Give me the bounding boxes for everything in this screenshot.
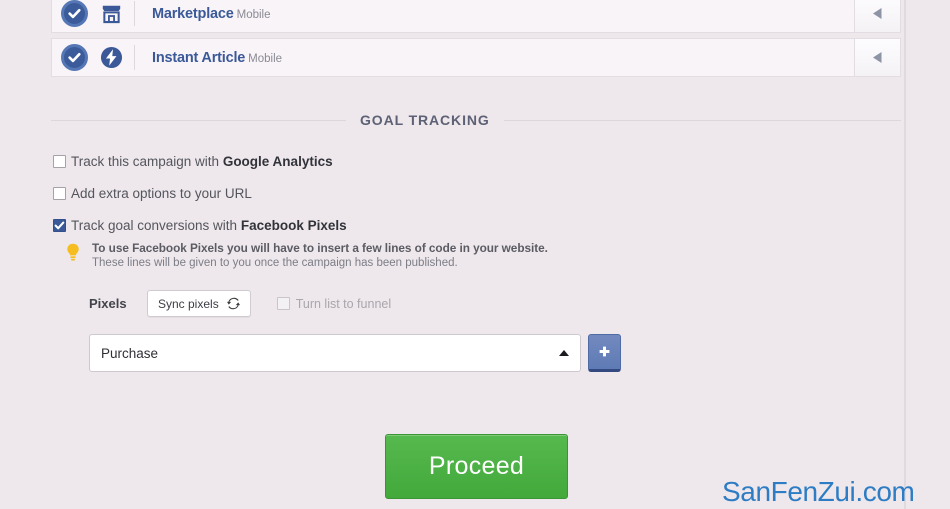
icon-divider <box>134 1 135 26</box>
pixel-event-selected-value: Purchase <box>101 345 159 361</box>
proceed-button-label: Proceed <box>428 452 525 480</box>
placement-label: Instant Article Mobile <box>152 50 282 66</box>
watermark: SanFenZui.com <box>722 476 915 507</box>
storefront-icon <box>94 3 128 25</box>
checkbox-turn-list-to-funnel[interactable] <box>276 297 290 310</box>
sync-pixels-label: Sync pixels <box>158 296 219 311</box>
header-rule-right <box>503 119 901 121</box>
lightning-bolt-icon <box>94 46 128 69</box>
check-circle-icon[interactable] <box>61 0 88 27</box>
plus-icon <box>599 346 610 356</box>
checkbox-google-analytics[interactable] <box>53 154 66 168</box>
add-pixel-button[interactable] <box>588 334 621 372</box>
option-label: Add extra options to your URL <box>71 186 252 201</box>
placement-platform: Mobile <box>248 52 283 65</box>
checkbox-facebook-pixels[interactable] <box>53 218 66 232</box>
option-row-facebook-pixels[interactable]: Track goal conversions with Facebook Pix… <box>53 214 347 236</box>
triangle-left-icon <box>873 8 882 19</box>
turn-list-to-funnel-option[interactable]: Turn list to funnel <box>276 296 392 311</box>
option-text-bold: Google Analytics <box>222 153 333 169</box>
tip-title: To use Facebook Pixels you will have to … <box>92 241 548 255</box>
placement-name: Marketplace <box>152 5 234 22</box>
pixel-event-select[interactable]: Purchase <box>89 334 581 372</box>
option-row-google-analytics[interactable]: Track this campaign with Google Analytic… <box>53 150 347 172</box>
option-text: Add extra options to your URL <box>71 185 252 201</box>
checkmark-icon <box>54 221 65 229</box>
placement-name: Instant Article <box>152 49 246 66</box>
option-label: Track this campaign with Google Analytic… <box>71 154 333 169</box>
placement-row-instant-article[interactable]: Instant Article Mobile <box>51 38 901 77</box>
tip-body: To use Facebook Pixels you will have to … <box>92 241 548 269</box>
icon-divider <box>134 45 135 70</box>
placement-list: Marketplace Mobile Instant Article Mobil… <box>51 0 901 82</box>
placement-label: Marketplace Mobile <box>152 6 271 22</box>
placement-row-content: Instant Article Mobile <box>52 39 854 76</box>
container-right-edge <box>904 0 906 509</box>
sync-refresh-icon <box>226 297 240 310</box>
sync-pixels-button[interactable]: Sync pixels <box>147 290 251 317</box>
turn-list-to-funnel-label: Turn list to funnel <box>295 296 392 311</box>
option-row-extra-url-options[interactable]: Add extra options to your URL <box>53 182 347 204</box>
option-text-bold: Facebook Pixels <box>240 217 347 233</box>
page-root: Marketplace Mobile Instant Article Mobil… <box>0 0 950 509</box>
section-title: GOAL TRACKING <box>360 112 490 128</box>
tip-subtitle: These lines will be given to you once th… <box>92 257 458 269</box>
placement-row-content: Marketplace Mobile <box>52 0 854 32</box>
checkbox-extra-url-options[interactable] <box>53 186 66 200</box>
option-text: Track this campaign with <box>71 153 223 169</box>
option-text: Track goal conversions with <box>71 217 241 233</box>
triangle-left-icon <box>873 52 882 63</box>
placement-collapse-button[interactable] <box>854 39 900 76</box>
goal-tracking-section-header: GOAL TRACKING <box>51 112 901 128</box>
option-label: Track goal conversions with Facebook Pix… <box>71 218 347 233</box>
pixel-event-select-row: Purchase <box>89 334 621 372</box>
lightbulb-icon <box>66 241 88 262</box>
facebook-pixels-tip: To use Facebook Pixels you will have to … <box>66 241 548 269</box>
placement-platform: Mobile <box>236 8 271 21</box>
pixels-label: Pixels <box>89 296 127 311</box>
goal-tracking-options: Track this campaign with Google Analytic… <box>53 150 347 246</box>
caret-up-icon <box>559 350 569 356</box>
header-rule-left <box>51 119 346 121</box>
placement-collapse-button[interactable] <box>854 0 900 32</box>
check-circle-icon[interactable] <box>61 44 88 71</box>
placement-row-marketplace[interactable]: Marketplace Mobile <box>51 0 901 33</box>
proceed-button[interactable]: Proceed <box>385 434 568 499</box>
pixels-controls-row: Pixels Sync pixels Turn list to funnel <box>89 290 391 317</box>
